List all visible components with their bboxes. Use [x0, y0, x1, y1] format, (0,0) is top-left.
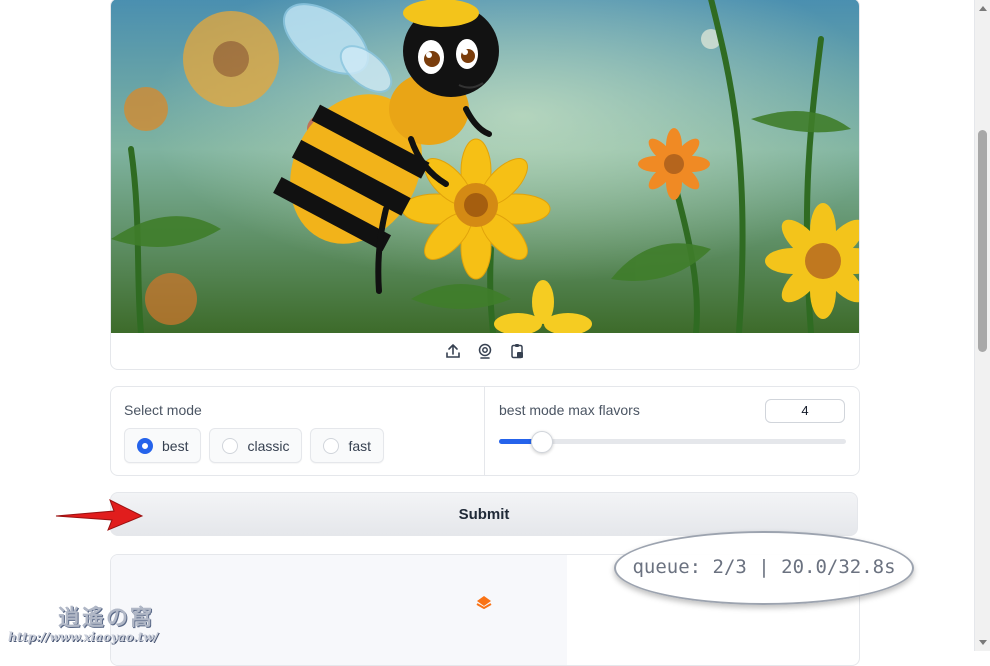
max-flavors-control: best mode max flavors 4 — [485, 387, 859, 475]
mode-selector: Select mode best classic fast — [111, 387, 485, 475]
scroll-thumb[interactable] — [978, 130, 987, 352]
mode-option-best[interactable]: best — [124, 428, 202, 463]
options-panel: Select mode best classic fast best mode … — [110, 386, 860, 476]
upload-icon[interactable] — [443, 341, 463, 361]
mode-label: Select mode — [124, 402, 202, 418]
mode-option-classic[interactable]: classic — [209, 428, 303, 463]
radio-unchecked-icon[interactable] — [323, 437, 340, 454]
watermark: 逍遙の窩 http://www.xiaoyao.tw/ — [8, 600, 183, 648]
mode-radio-group: best classic fast — [124, 428, 385, 463]
bee-illustration — [111, 0, 859, 333]
max-flavors-number-input[interactable]: 4 — [765, 399, 845, 423]
app-page: Select mode best classic fast best mode … — [0, 0, 974, 666]
loading-spinner-icon — [476, 596, 492, 609]
scroll-down-icon[interactable] — [979, 640, 987, 645]
input-image[interactable] — [111, 0, 859, 333]
watermark-url: http://www.xiaoyao.tw/ — [8, 630, 158, 644]
image-toolbar — [111, 333, 859, 369]
mode-option-label: fast — [348, 437, 372, 454]
watermark-logo: 逍遙の窩 — [58, 605, 155, 631]
max-flavors-slider[interactable] — [499, 431, 846, 453]
max-flavors-label: best mode max flavors — [499, 402, 640, 418]
queue-status: queue: 2/3 | 20.0/32.8s — [632, 556, 896, 578]
radio-checked-icon[interactable] — [137, 437, 153, 454]
clipboard-icon[interactable] — [507, 341, 527, 361]
mode-option-label: classic — [247, 437, 290, 454]
radio-unchecked-icon[interactable] — [222, 437, 239, 454]
mode-option-label: best — [162, 437, 189, 454]
page-scrollbar[interactable] — [974, 0, 990, 651]
image-input-panel — [110, 0, 860, 370]
webcam-icon[interactable] — [475, 341, 495, 361]
scroll-up-icon[interactable] — [979, 6, 987, 11]
annotation-arrow-icon — [55, 498, 144, 531]
submit-button[interactable]: Submit — [110, 492, 858, 536]
mode-option-fast[interactable]: fast — [310, 428, 385, 463]
slider-thumb[interactable] — [531, 431, 553, 453]
